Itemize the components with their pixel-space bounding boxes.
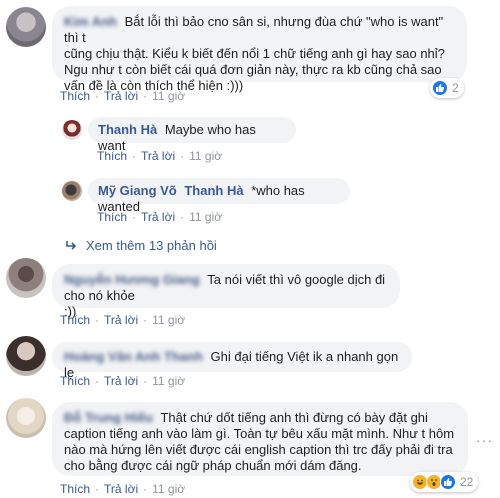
separator: ·: [143, 482, 148, 496]
comment-bubble: Đỗ Trung Hiếu Thật chứ dốt tiếng anh thì…: [52, 402, 468, 476]
comment-actions: Thích · Trả lời · 11 giờ: [60, 374, 185, 388]
avatar[interactable]: [6, 398, 46, 438]
reply-author[interactable]: Thanh Hà: [98, 122, 161, 137]
comment-text-line: nào mà hứng lên viết được cái english ca…: [64, 442, 453, 457]
reaction-count: 2: [452, 81, 459, 95]
separator: ·: [132, 149, 137, 163]
separator: ·: [132, 210, 137, 224]
comment-bubble: Kim Anh Bắt lỗi thì bảo cno sân si, nhưn…: [52, 6, 467, 93]
reply-actions: Thích · Trả lời · 11 giờ: [97, 149, 222, 163]
separator: ·: [143, 374, 148, 388]
separator: ·: [95, 89, 100, 103]
reply-timestamp[interactable]: 11 giờ: [189, 210, 222, 224]
comment-timestamp[interactable]: 11 giờ: [152, 89, 185, 103]
like-button[interactable]: Thích: [97, 210, 127, 224]
mention-link[interactable]: Thanh Hà: [184, 183, 247, 198]
separator: ·: [95, 313, 100, 327]
reply-arrow-icon: [66, 240, 77, 250]
avatar[interactable]: [6, 7, 46, 47]
reaction-count: 22: [460, 475, 474, 489]
reply-button[interactable]: Trả lời: [141, 210, 175, 224]
separator: ·: [143, 89, 148, 103]
comment-timestamp[interactable]: 11 giờ: [152, 374, 185, 388]
comment-author[interactable]: Nguyễn Hương Giang: [64, 272, 203, 287]
comment-text-line: cũng chịu thật. Kiểu k biết đến nổi 1 ch…: [64, 46, 445, 61]
reply-actions: Thích · Trả lời · 11 giờ: [97, 210, 222, 224]
comment-author[interactable]: Hoàng Văn Anh Thanh: [64, 349, 207, 364]
comment-timestamp[interactable]: 11 giờ: [152, 313, 185, 327]
comment-text-line: Ngu như t còn biết cái quá đơn giản này,…: [64, 62, 442, 77]
separator: ·: [95, 374, 100, 388]
like-button[interactable]: Thích: [60, 313, 90, 327]
thumbs-up-icon: [440, 474, 456, 490]
reply-button[interactable]: Trả lời: [104, 313, 138, 327]
reply-button[interactable]: Trả lời: [104, 374, 138, 388]
avatar[interactable]: [62, 181, 82, 201]
comment-text-line: cho bằng được cái ngữ pháp chuẩn mới dám…: [64, 458, 362, 473]
like-button[interactable]: Thích: [60, 89, 90, 103]
comment-timestamp[interactable]: 11 giờ: [152, 482, 185, 496]
avatar[interactable]: [6, 336, 46, 376]
comment-author[interactable]: Kim Anh: [64, 14, 121, 29]
reaction-summary[interactable]: 22: [410, 472, 479, 492]
view-more-replies-label: Xem thêm 13 phản hồi: [86, 238, 217, 253]
separator: ·: [180, 210, 185, 224]
separator: ·: [180, 149, 185, 163]
separator: ·: [143, 313, 148, 327]
reply-button[interactable]: Trả lời: [104, 482, 138, 496]
like-button[interactable]: Thích: [60, 374, 90, 388]
reply-bubble: Thanh Hà Maybe who has want: [88, 117, 296, 153]
comment-actions: Thích · Trả lời · 11 giờ: [60, 482, 185, 496]
more-options-icon[interactable]: ···: [476, 432, 493, 448]
separator: ·: [95, 482, 100, 496]
avatar[interactable]: [6, 258, 46, 298]
reply-bubble: Mỹ Giang Võ Thanh Hà *who has wanted: [88, 178, 350, 214]
reaction-summary[interactable]: 2: [430, 78, 464, 98]
comment-text-line: Thật chứ dốt tiếng anh thì đừng có bày đ…: [160, 410, 428, 425]
reply-author[interactable]: Mỹ Giang Võ: [98, 183, 180, 198]
thumbs-up-icon: [432, 80, 448, 96]
view-more-replies-link[interactable]: Xem thêm 13 phản hồi: [66, 238, 217, 253]
comment-actions: Thích · Trả lời · 11 giờ: [60, 313, 185, 327]
comment-actions: Thích · Trả lời · 11 giờ: [60, 89, 185, 103]
comment-author[interactable]: Đỗ Trung Hiếu: [64, 410, 156, 425]
comment-bubble: Nguyễn Hương Giang Ta nói viết thì vô go…: [52, 264, 400, 319]
comment-bubble: Hoàng Văn Anh Thanh Ghi đại tiếng Việt i…: [52, 342, 412, 380]
reply-button[interactable]: Trả lời: [104, 89, 138, 103]
comment-text-line: caption tiếng anh vào làm gì. Toàn tự bê…: [64, 426, 455, 441]
avatar[interactable]: [62, 120, 82, 140]
reply-button[interactable]: Trả lời: [141, 149, 175, 163]
like-button[interactable]: Thích: [60, 482, 90, 496]
like-button[interactable]: Thích: [97, 149, 127, 163]
reply-timestamp[interactable]: 11 giờ: [189, 149, 222, 163]
